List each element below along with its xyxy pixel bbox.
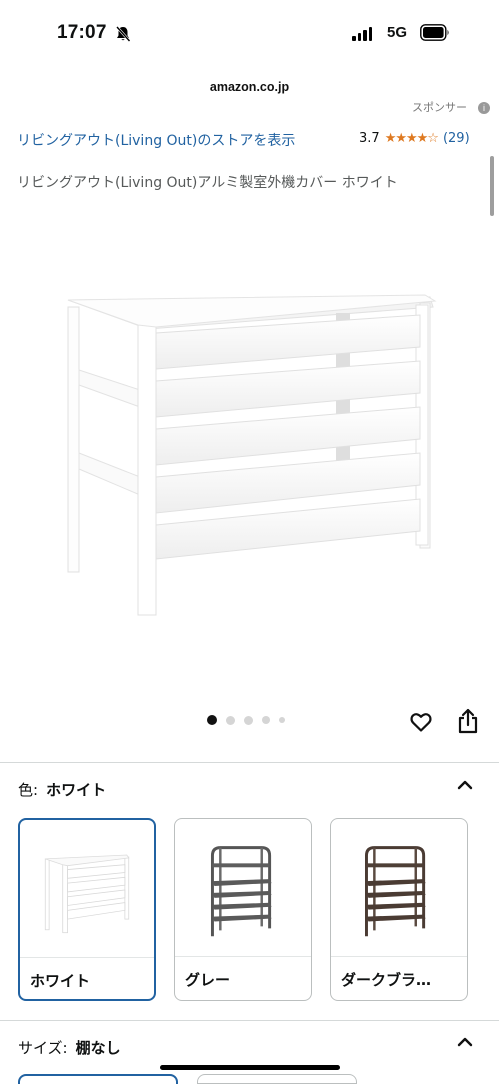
review-count-link[interactable]: (29) xyxy=(443,131,470,146)
swatch-divider xyxy=(331,956,467,957)
store-link[interactable]: リビングアウト(Living Out)のストアを表示 xyxy=(17,131,307,151)
pagination-dot[interactable] xyxy=(262,716,270,724)
dark-brown-rack-thumbnail xyxy=(365,846,426,937)
chevron-up-icon[interactable] xyxy=(457,779,473,791)
gray-rack-thumbnail xyxy=(210,846,272,937)
pagination-dot[interactable] xyxy=(244,715,253,725)
bell-muted-icon xyxy=(116,26,131,42)
battery-icon xyxy=(420,24,449,41)
product-title: リビングアウト(Living Out)アルミ製室外機カバー ホワイト xyxy=(17,175,398,191)
color-option-white[interactable]: ホワイト xyxy=(18,818,156,1001)
section-divider xyxy=(0,762,499,763)
info-icon[interactable]: i xyxy=(478,102,490,114)
size-selected-value: 棚なし xyxy=(75,1039,121,1057)
color-option-label: ホワイト xyxy=(30,972,91,990)
pagination-dot[interactable] xyxy=(279,717,285,723)
color-label: 色: xyxy=(18,781,39,799)
swatch-divider xyxy=(20,957,154,958)
white-rack-thumbnail xyxy=(44,854,130,934)
color-selected-value: ホワイト xyxy=(46,781,107,799)
size-selector-header[interactable]: サイズ: 棚なし xyxy=(18,1037,121,1058)
sponsored-label: スポンサー xyxy=(412,101,467,114)
status-time: 17:07 xyxy=(57,22,107,43)
rating-summary[interactable]: 3.7 ★★★★☆ (29) xyxy=(359,131,470,146)
star-rating-icon: ★★★★☆ xyxy=(384,131,439,146)
rating-value: 3.7 xyxy=(359,131,380,146)
product-image[interactable] xyxy=(60,285,440,625)
color-selector-header[interactable]: 色: ホワイト xyxy=(18,779,106,800)
chevron-up-icon[interactable] xyxy=(457,1036,473,1048)
scrollbar[interactable] xyxy=(490,156,494,216)
page-url[interactable]: amazon.co.jp xyxy=(0,80,499,94)
heart-icon[interactable] xyxy=(409,710,433,734)
swatch-divider xyxy=(175,956,311,957)
color-option-dark-brown[interactable]: ダークブラ… xyxy=(330,818,468,1001)
pagination-dot[interactable] xyxy=(226,715,235,725)
section-divider xyxy=(0,1020,499,1021)
home-indicator[interactable] xyxy=(160,1065,340,1070)
share-icon[interactable] xyxy=(456,708,480,734)
size-label: サイズ: xyxy=(18,1039,68,1057)
color-option-gray[interactable]: グレー xyxy=(174,818,312,1001)
color-option-label: ダークブラ… xyxy=(341,971,432,989)
cellular-signal-icon xyxy=(352,27,372,41)
color-option-label: グレー xyxy=(185,971,231,989)
network-type: 5G xyxy=(387,24,408,41)
size-option[interactable] xyxy=(197,1074,357,1084)
pagination-dot-active[interactable] xyxy=(207,715,217,725)
gallery-pagination[interactable] xyxy=(207,715,285,725)
size-option[interactable] xyxy=(18,1074,178,1084)
